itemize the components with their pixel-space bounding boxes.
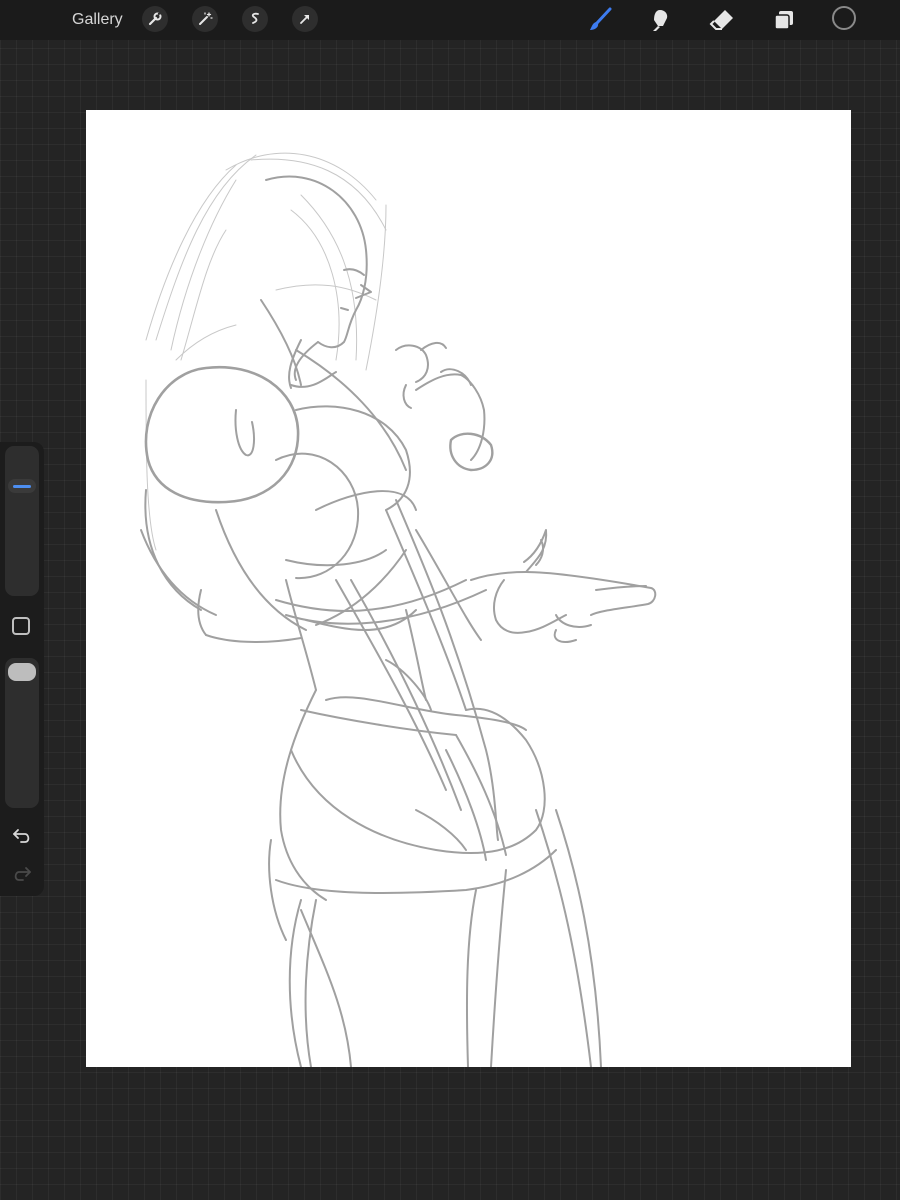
opacity-slider[interactable]	[5, 658, 39, 808]
figure-sketch	[140, 152, 657, 1067]
adjustments-button[interactable]	[192, 6, 218, 32]
smudge-icon	[653, 10, 668, 31]
drawing-canvas[interactable]	[86, 110, 851, 1067]
redo-icon[interactable]	[10, 864, 34, 884]
eraser-button[interactable]	[706, 4, 738, 36]
transform-button[interactable]	[292, 6, 318, 32]
top-toolbar: Gallery	[0, 0, 900, 40]
actions-button[interactable]	[142, 6, 168, 32]
color-picker-button[interactable]	[832, 6, 856, 30]
opacity-thumb[interactable]	[8, 663, 36, 681]
brush-size-thumb[interactable]	[8, 479, 36, 493]
square-modify-icon[interactable]	[12, 617, 30, 635]
brush-size-slider[interactable]	[5, 446, 39, 596]
layers-button[interactable]	[768, 4, 800, 36]
magic-wand-icon	[199, 12, 213, 25]
smudge-button[interactable]	[644, 4, 676, 36]
transform-arrow-icon	[300, 15, 309, 24]
gallery-button[interactable]: Gallery	[72, 11, 123, 29]
undo-icon[interactable]	[10, 826, 34, 846]
selection-button[interactable]	[242, 6, 268, 32]
wrench-icon	[148, 12, 162, 26]
brush-icon	[590, 7, 612, 30]
brush-button[interactable]	[584, 4, 616, 36]
eraser-icon	[709, 10, 733, 30]
layers-icon	[774, 11, 793, 30]
selection-icon	[251, 12, 259, 24]
